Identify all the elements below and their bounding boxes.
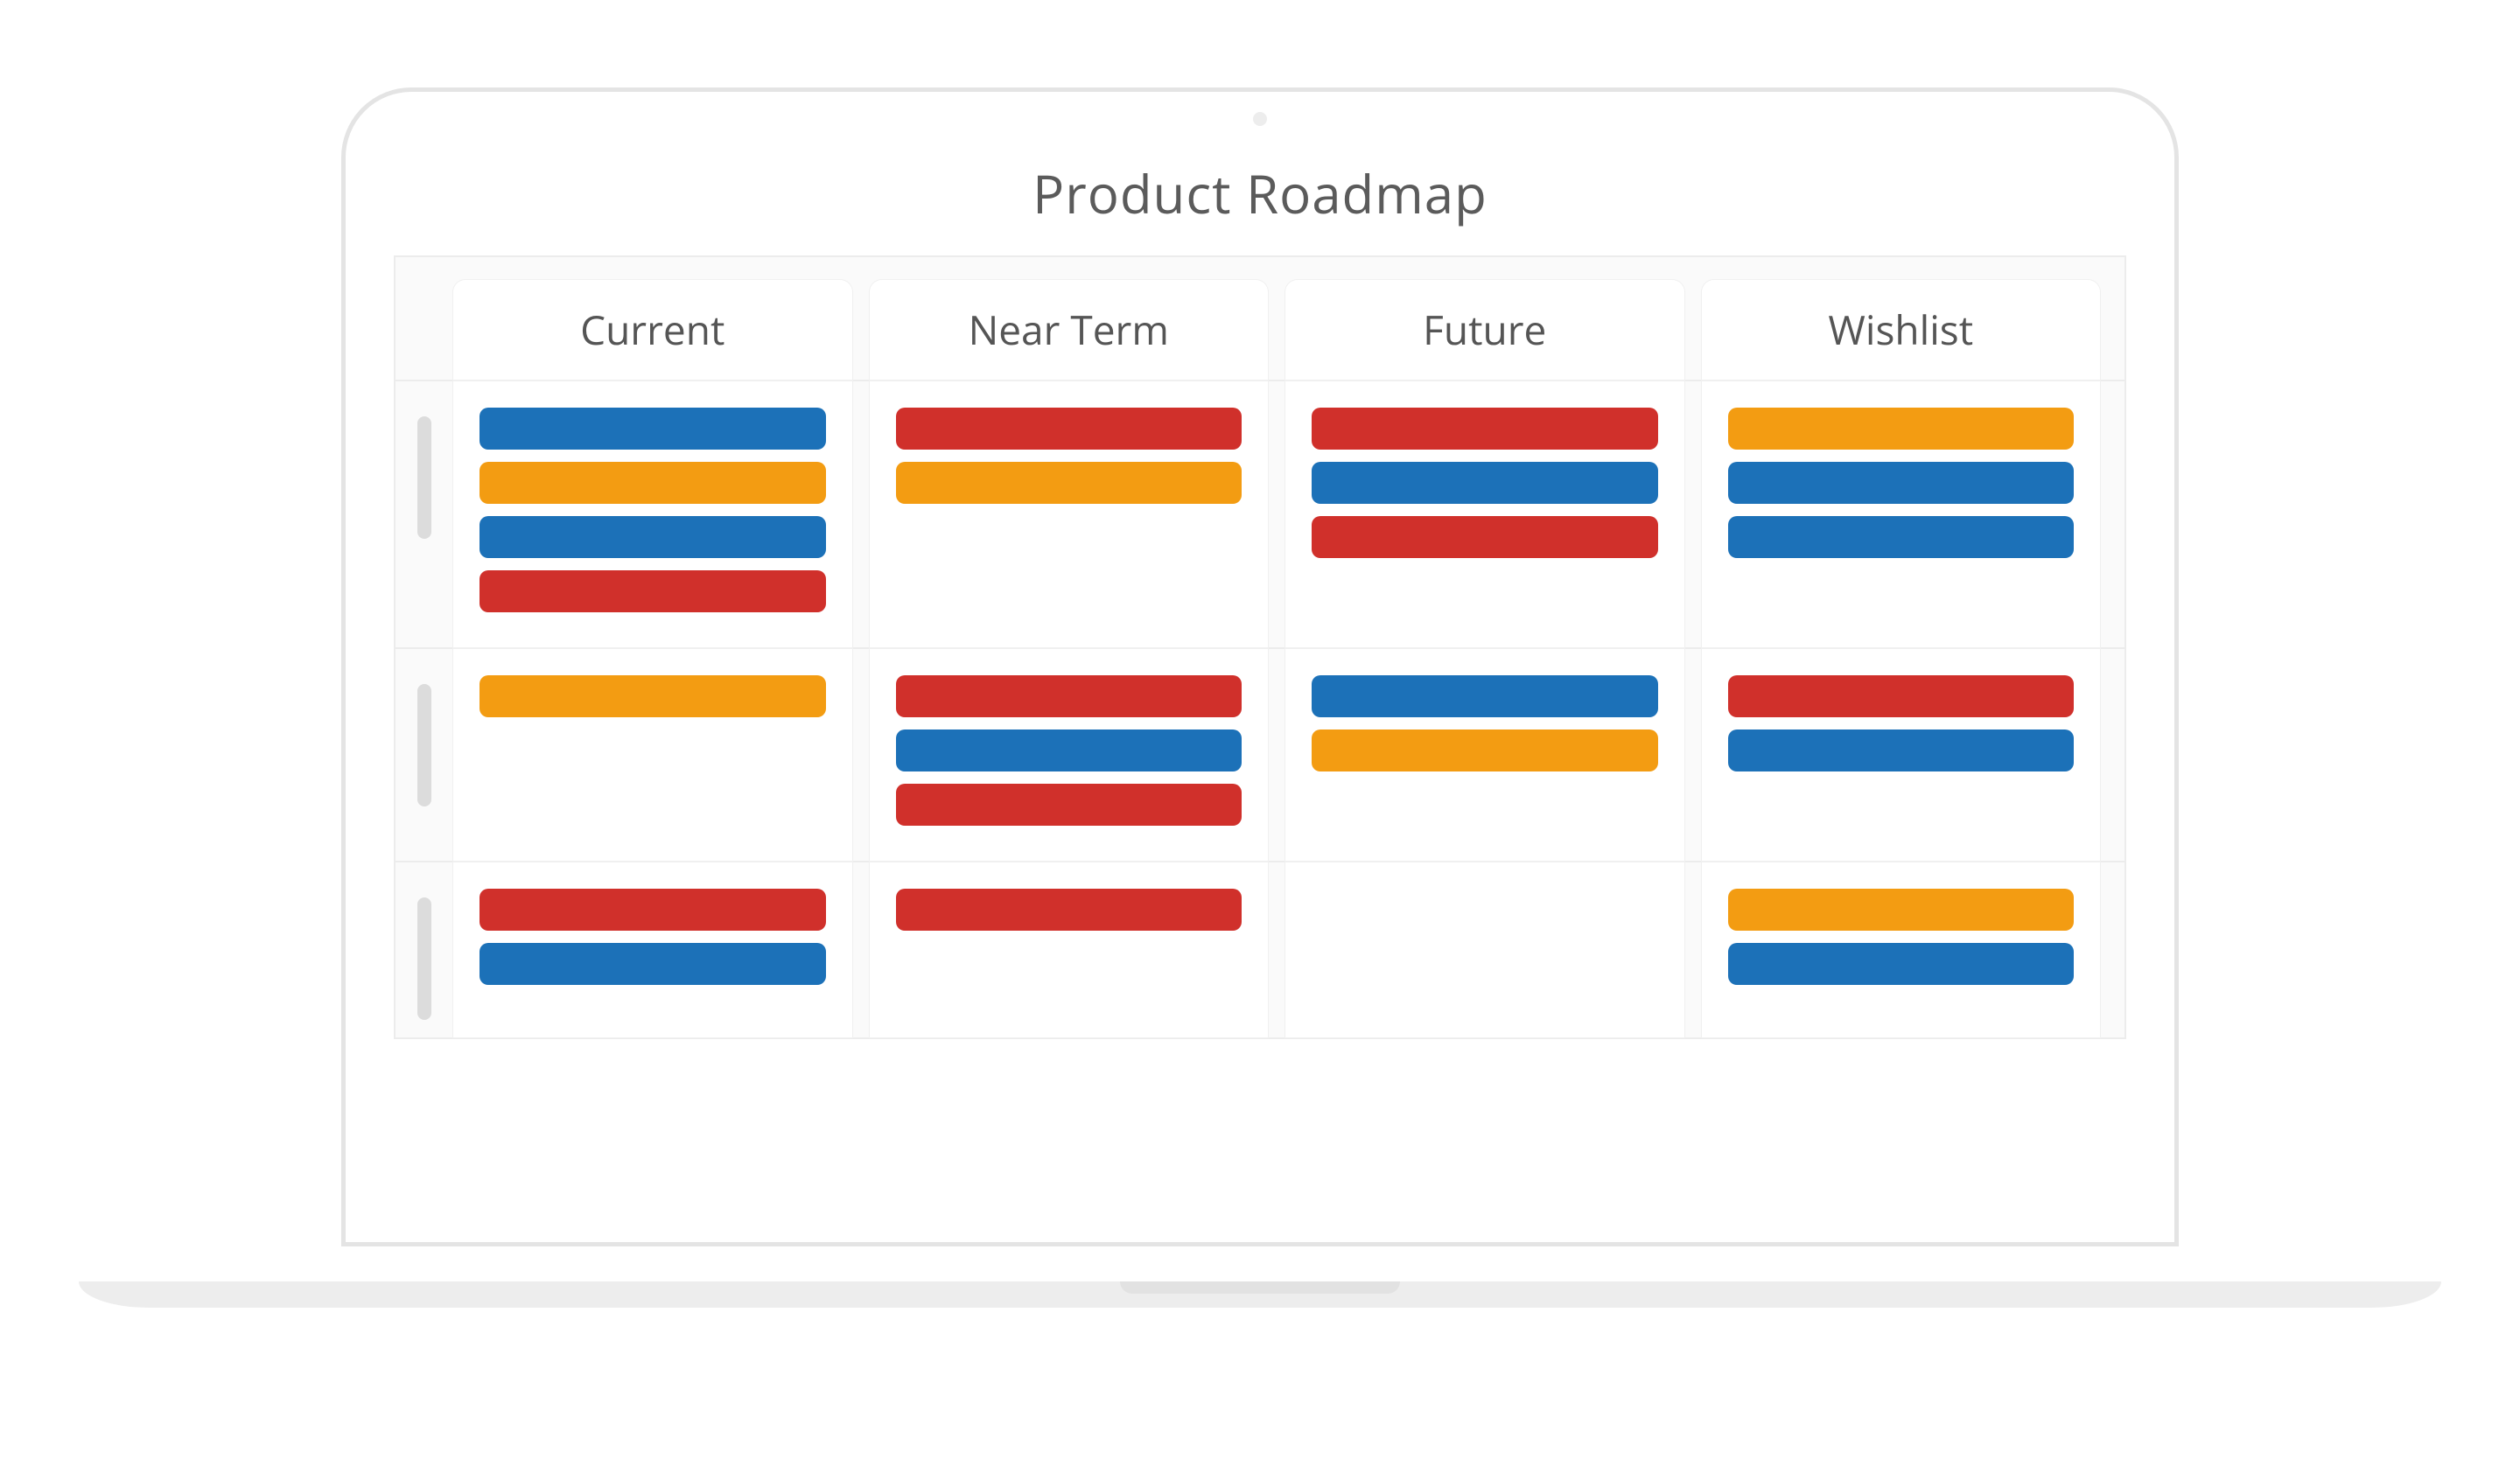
camera-icon xyxy=(1253,112,1267,126)
drag-handle-icon[interactable] xyxy=(417,897,431,1020)
screen-viewport: Product Roadmap CurrentNear TermFutureWi… xyxy=(394,140,2126,1242)
card-item[interactable] xyxy=(1312,408,1658,450)
board-cell[interactable] xyxy=(1285,381,1684,647)
card-item[interactable] xyxy=(896,784,1242,826)
roadmap-board: CurrentNear TermFutureWishlist xyxy=(394,255,2126,1039)
column-header[interactable]: Current xyxy=(453,280,852,380)
column-header[interactable]: Near Term xyxy=(870,280,1269,380)
card-item[interactable] xyxy=(480,570,826,612)
row-handle-cell xyxy=(396,381,453,647)
board-cell[interactable] xyxy=(870,649,1269,861)
board-cell[interactable] xyxy=(1285,862,1684,1037)
card-item[interactable] xyxy=(1312,516,1658,558)
drag-handle-icon[interactable] xyxy=(417,684,431,806)
card-item[interactable] xyxy=(896,408,1242,450)
row-cells xyxy=(453,862,2124,1037)
card-item[interactable] xyxy=(480,516,826,558)
card-item[interactable] xyxy=(1728,943,2075,985)
row-handle-cell xyxy=(396,649,453,861)
trackpad-notch xyxy=(1120,1281,1400,1294)
card-item[interactable] xyxy=(896,889,1242,931)
row-cells xyxy=(453,381,2124,647)
card-item[interactable] xyxy=(1728,889,2075,931)
card-item[interactable] xyxy=(1312,730,1658,771)
board-cell[interactable] xyxy=(1702,649,2101,861)
screen-bezel: Product Roadmap CurrentNear TermFutureWi… xyxy=(341,87,2179,1246)
board-cell[interactable] xyxy=(870,862,1269,1037)
card-item[interactable] xyxy=(480,408,826,450)
board-cell[interactable] xyxy=(1702,862,2101,1037)
card-item[interactable] xyxy=(1728,516,2075,558)
card-item[interactable] xyxy=(896,462,1242,504)
board-rows xyxy=(396,380,2124,1037)
column-header[interactable]: Future xyxy=(1285,280,1684,380)
board-cell[interactable] xyxy=(453,862,852,1037)
card-item[interactable] xyxy=(1728,462,2075,504)
card-item[interactable] xyxy=(1728,730,2075,771)
board-cell[interactable] xyxy=(1702,381,2101,647)
card-item[interactable] xyxy=(480,943,826,985)
column-headers-row: CurrentNear TermFutureWishlist xyxy=(396,257,2124,380)
laptop-frame: Product Roadmap CurrentNear TermFutureWi… xyxy=(341,87,2179,1246)
card-item[interactable] xyxy=(1728,675,2075,717)
card-item[interactable] xyxy=(480,462,826,504)
board-cell[interactable] xyxy=(453,649,852,861)
card-item[interactable] xyxy=(480,889,826,931)
card-item[interactable] xyxy=(896,730,1242,771)
laptop-base xyxy=(79,1281,2441,1308)
card-item[interactable] xyxy=(1312,462,1658,504)
board-row xyxy=(396,861,2124,1037)
board-row xyxy=(396,380,2124,647)
drag-handle-icon[interactable] xyxy=(417,416,431,539)
board-cell[interactable] xyxy=(1285,649,1684,861)
card-item[interactable] xyxy=(1728,408,2075,450)
page-title: Product Roadmap xyxy=(394,157,2126,229)
card-item[interactable] xyxy=(480,675,826,717)
card-item[interactable] xyxy=(896,675,1242,717)
column-header[interactable]: Wishlist xyxy=(1702,280,2101,380)
card-item[interactable] xyxy=(1312,675,1658,717)
row-handle-cell xyxy=(396,862,453,1037)
board-cell[interactable] xyxy=(453,381,852,647)
row-cells xyxy=(453,649,2124,861)
board-row xyxy=(396,647,2124,861)
board-cell[interactable] xyxy=(870,381,1269,647)
